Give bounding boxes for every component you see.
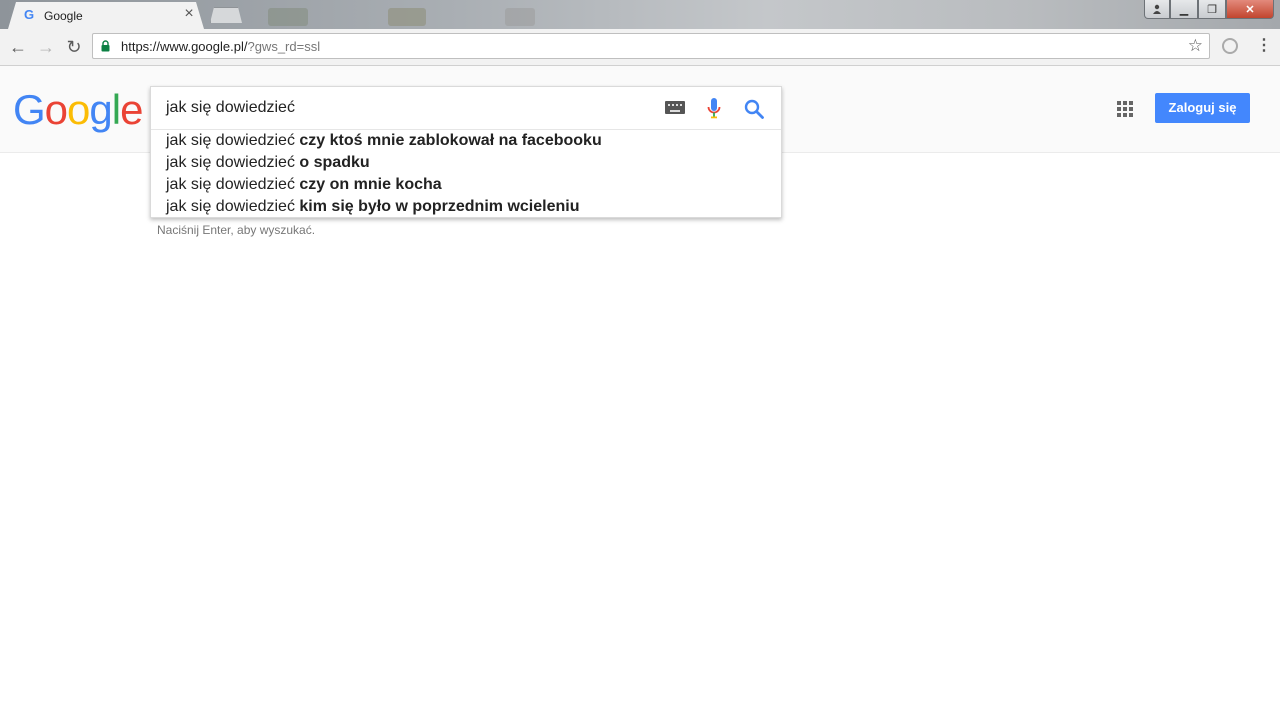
suggestion-completion: czy on mnie kocha [299,176,442,193]
enter-hint: Naciśnij Enter, aby wyszukać. [157,223,316,237]
logo-letter: o [44,86,68,133]
microphone-icon[interactable] [707,97,721,121]
close-window-button[interactable]: ✕ [1226,0,1274,19]
background-decoration [388,8,426,26]
window-controls: ▁ ❐ ✕ [1144,0,1274,19]
tab-title: Google [44,9,83,23]
forward-arrow-icon[interactable]: → [36,37,56,57]
suggestion-prefix: jak się dowiedzieć [166,198,300,215]
logo-letter: o [67,86,90,133]
suggestion-prefix: jak się dowiedzieć [166,176,300,193]
sign-in-button[interactable]: Zaloguj się [1155,93,1250,123]
url-query: ?gws_rd=ssl [247,39,321,54]
new-tab-button[interactable] [210,7,242,23]
minimize-button[interactable]: ▁ [1170,0,1198,19]
search-input[interactable]: jak się dowiedzieć [166,99,295,117]
suggestion-list: jak się dowiedzieć czy ktoś mnie zabloko… [151,130,781,218]
browser-titlebar: G Google × ▁ ❐ ✕ [0,0,1280,29]
suggestion-item[interactable]: jak się dowiedzieć kim się było w poprze… [151,196,781,218]
logo-letter: G [13,86,46,133]
apps-grid-icon[interactable] [1117,101,1133,117]
browser-toolbar: ← → ↻ https://www.google.pl/?gws_rd=ssl … [0,29,1280,66]
suggestion-completion: czy ktoś mnie zablokował na facebooku [299,132,602,149]
lock-icon [101,40,110,52]
address-bar[interactable]: https://www.google.pl/?gws_rd=ssl ☆ [92,33,1210,59]
google-favicon-icon: G [24,7,35,22]
profile-icon[interactable] [1144,0,1170,19]
logo-letter: e [120,86,143,133]
maximize-button[interactable]: ❐ [1198,0,1226,19]
suggestion-item[interactable]: jak się dowiedzieć czy on mnie kocha [151,174,781,196]
back-arrow-icon[interactable]: ← [8,37,28,57]
suggestion-item[interactable]: jak się dowiedzieć o spadku [151,152,781,174]
logo-letter: g [89,86,112,133]
google-logo[interactable]: Google [13,86,143,133]
suggestion-completion: o spadku [299,154,370,171]
suggestion-prefix: jak się dowiedzieć [166,132,300,149]
background-decoration [268,8,308,26]
tab-close-icon[interactable]: × [181,6,197,22]
reload-icon[interactable]: ↻ [64,37,84,57]
bookmark-star-icon[interactable]: ☆ [1188,37,1203,55]
url-main: https://www.google.pl/ [121,39,248,54]
background-decoration [505,8,535,26]
search-icon[interactable] [743,98,765,120]
url-text: https://www.google.pl/?gws_rd=ssl [121,39,320,54]
suggestion-completion: kim się było w poprzednim wcieleniu [299,198,580,215]
logo-letter: l [111,86,121,133]
suggestion-item[interactable]: jak się dowiedzieć czy ktoś mnie zabloko… [151,130,781,152]
chrome-menu-icon[interactable]: ⋮ [1256,37,1272,55]
search-box[interactable]: jak się dowiedzieć jak się dowiedzieć cz… [150,86,782,218]
suggestion-prefix: jak się dowiedzieć [166,154,300,171]
browser-tab[interactable]: G Google × [8,2,204,29]
extension-icon[interactable] [1222,38,1238,54]
keyboard-icon[interactable] [665,101,685,114]
